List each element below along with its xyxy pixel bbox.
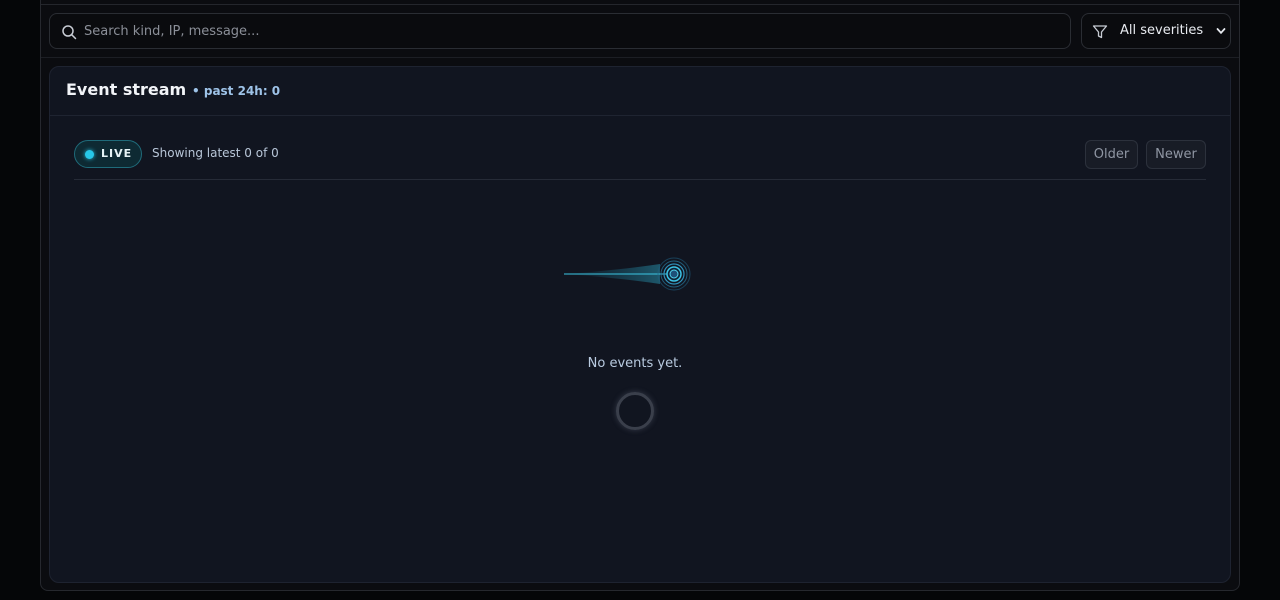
empty-state-text: No events yet. xyxy=(587,356,683,371)
live-label: LIVE xyxy=(101,147,133,160)
search-input[interactable] xyxy=(84,14,1064,48)
showing-count: Showing latest 0 of 0 xyxy=(152,146,279,160)
live-badge: LIVE xyxy=(74,140,142,168)
event-stream-panel xyxy=(49,66,1231,583)
search-icon xyxy=(62,25,77,40)
filter-icon xyxy=(1092,25,1108,39)
loading-spinner-icon xyxy=(616,392,654,430)
search-box[interactable] xyxy=(49,13,1071,49)
panel-header-divider xyxy=(50,115,1230,116)
toolbar-divider xyxy=(41,57,1239,58)
list-divider xyxy=(74,179,1206,180)
severity-select[interactable]: All severities xyxy=(1081,13,1231,49)
live-dot-icon xyxy=(85,150,94,159)
top-divider xyxy=(41,4,1239,5)
severity-select-value: All severities xyxy=(1120,23,1204,38)
comet-illustration-icon xyxy=(564,257,691,291)
chevron-down-icon xyxy=(1216,28,1226,35)
older-button[interactable]: Older xyxy=(1085,140,1138,169)
newer-button[interactable]: Newer xyxy=(1146,140,1206,169)
panel-title: Event stream xyxy=(66,80,187,99)
panel-subtitle: • past 24h: 0 xyxy=(192,84,281,98)
